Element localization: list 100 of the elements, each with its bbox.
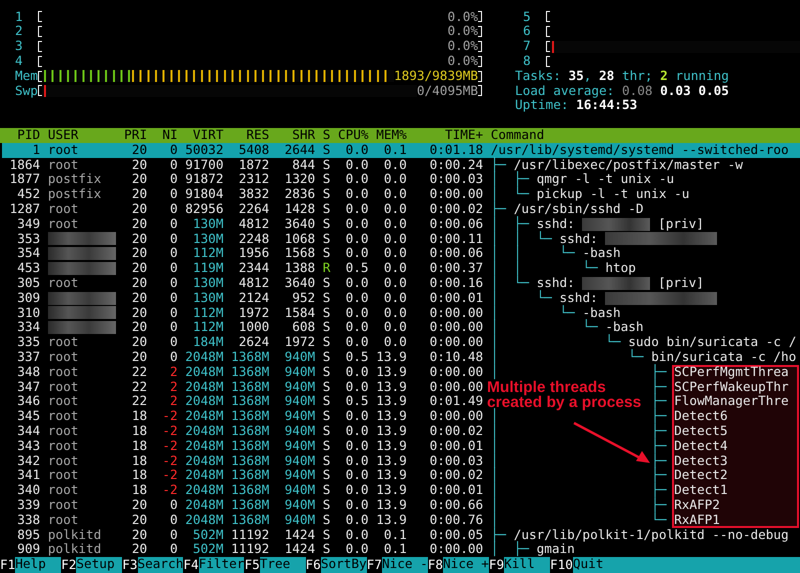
tree-lines: │ [490, 261, 498, 276]
column-header[interactable]: USER [48, 128, 117, 143]
command-text: -bash [605, 320, 644, 334]
table-cell-text: 112M [192, 246, 224, 262]
table-cell-text: 1864 [8, 158, 40, 172]
column-header[interactable]: NI [147, 128, 178, 143]
column-header[interactable]: TIME+ [406, 128, 484, 143]
table-row[interactable]: 1 root 20 0 50032 5408 2644 S 0.0 0.1 0:01.18 /usr/lib/systemd/systemd --switched-roo [2, 142, 800, 158]
table-cell-text: 0 [169, 246, 178, 262]
table-cell-text: root [48, 394, 80, 410]
tree-lines: └─ [628, 350, 644, 365]
table-cell-text: 13.9 [375, 498, 407, 513]
column-header[interactable]: PID [2, 128, 40, 143]
table-cell-text: S [322, 542, 330, 558]
meter-reading: 0.0% [447, 10, 478, 24]
table-cell-text: 895 [16, 528, 40, 542]
table-cell-text: 11192 [230, 542, 270, 558]
command-text: -bash [582, 306, 621, 320]
table-cell-text: 1368M [230, 394, 270, 410]
table-cell-text: 20 [130, 187, 148, 202]
table-cell-text: 20 [130, 172, 148, 188]
table-cell-text: 20 [130, 216, 148, 232]
table-cell-text: 0 [169, 528, 178, 542]
column-header[interactable]: VIRT [178, 128, 224, 143]
table-cell-text: 1 [32, 142, 40, 158]
table-cell-text: 1068 [284, 232, 316, 246]
table-cell-text: root [48, 483, 80, 498]
table-cell-text: 20 [130, 158, 148, 172]
table-cell-text: 339 [16, 498, 40, 513]
table-cell-text: 50032 [184, 142, 224, 158]
command-text: Detect4 [674, 438, 728, 454]
command-text: /usr/libexec/postfix/master -w [514, 158, 743, 172]
table-cell-text: 2836 [284, 187, 316, 202]
table-cell-text: 0 [169, 498, 178, 513]
table-cell-text: 0.0 [382, 216, 407, 232]
table-cell-text: 0:00.00 [428, 187, 484, 202]
table-cell-text: 2248 [238, 232, 270, 246]
table-cell-text: 453 [16, 261, 40, 276]
table-cell-text: 2344 [238, 261, 270, 276]
command-text: bin/suricata -c /ho [651, 350, 796, 364]
table-cell-text: 344 [16, 424, 40, 439]
table-cell-text: 1368M [230, 512, 270, 528]
table-cell-text: 0.0 [344, 246, 369, 262]
table-cell-text: 0.5 [344, 350, 369, 365]
table-cell-text: 1424 [284, 528, 316, 542]
tree-lines: │ [514, 232, 522, 246]
table-cell-text: 112M [192, 320, 224, 336]
table-cell-text: 0.0 [382, 335, 407, 350]
table-cell-text: 0:00.06 [428, 246, 484, 262]
table-cell-text: 3640 [284, 276, 316, 291]
table-cell-text: S [322, 306, 330, 320]
table-cell-text: 1368M [230, 380, 270, 394]
table-cell-text: 2048M [184, 454, 224, 468]
tree-lines: │ [490, 232, 498, 246]
table-cell-text: 13.9 [375, 424, 407, 439]
meter-label: 2 [15, 24, 24, 40]
table-cell-text: root [48, 512, 80, 528]
table-cell-text: 20 [130, 142, 148, 158]
tree-lines: │ [490, 276, 498, 290]
bracket-icon [546, 26, 550, 38]
table-cell-text: 1000 [238, 320, 270, 336]
column-header[interactable]: SHR [269, 128, 316, 143]
table-cell-text: 82956 [184, 202, 224, 217]
meter-reading: 1893/9839MB [394, 68, 478, 84]
column-header[interactable]: RES [223, 128, 270, 143]
table-cell-text: 354 [16, 246, 40, 262]
table-cell-text: 2048M [184, 424, 224, 439]
command-text: RxAFP1 [674, 512, 720, 528]
command-text: qmgr -l -t unix -u [536, 172, 674, 188]
command-text: -bash [582, 246, 621, 260]
table-cell-text: 0:00.01 [428, 483, 484, 498]
table-cell-text: 22 [130, 364, 148, 380]
meter-label: 6 [523, 24, 532, 40]
table-cell-text: 0.0 [344, 454, 369, 468]
table-cell-text: 0.0 [344, 142, 369, 158]
tree-lines: ├─ [514, 542, 529, 558]
table-cell-text: 0.0 [344, 483, 369, 498]
table-cell-text: 337 [16, 350, 40, 365]
tree-lines: ├─ [651, 364, 666, 380]
table-cell-text: 0.0 [344, 158, 369, 172]
column-header[interactable]: PRI [116, 128, 148, 143]
table-cell-text: root [48, 216, 80, 232]
table-cell-text: 91700 [184, 158, 224, 172]
column-header[interactable]: Command [490, 128, 800, 143]
tree-lines: └─ [651, 512, 666, 528]
table-cell-text: 940M [284, 468, 316, 484]
table-cell-text: 20 [130, 498, 148, 513]
table-cell-text: 0.0 [344, 409, 369, 424]
column-header[interactable]: MEM% [368, 128, 407, 143]
column-header[interactable]: CPU% [330, 128, 369, 143]
table-cell-text: 119M [192, 261, 224, 276]
table-cell-text: 0.0 [344, 216, 369, 232]
table-cell-text: 0:00.11 [428, 232, 484, 246]
table-cell-text: 2124 [238, 290, 270, 306]
column-header[interactable]: S [315, 128, 330, 143]
table-cell-text: 184M [192, 335, 224, 350]
table-cell-text: 0.0 [382, 187, 407, 202]
command-text: [priv] [658, 216, 704, 232]
table-cell-text: 1877 [8, 172, 40, 188]
meter-reading: 0/4095MB [416, 84, 478, 98]
